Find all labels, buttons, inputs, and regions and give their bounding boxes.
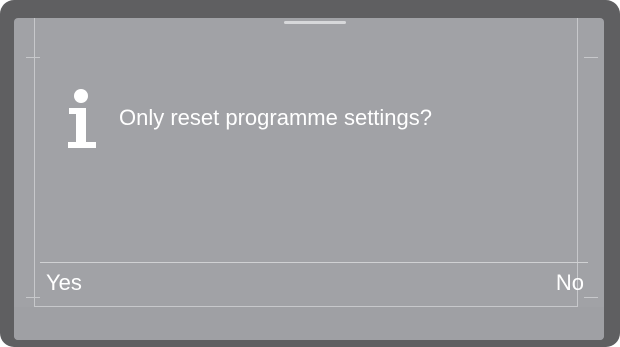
softkey-divider <box>40 262 588 263</box>
top-indicator <box>284 21 346 24</box>
yes-button[interactable]: Yes <box>46 268 82 298</box>
device-frame: Only reset programme settings? Yes No <box>0 0 620 347</box>
inner-frame <box>34 18 578 307</box>
frame-tick-right-top <box>584 57 598 58</box>
bottom-strip <box>14 307 604 340</box>
display-screen: Only reset programme settings? Yes No <box>14 18 604 340</box>
dialog-message: Only reset programme settings? <box>119 105 433 130</box>
frame-tick-left-bottom <box>26 297 40 298</box>
frame-tick-right-bottom <box>584 297 598 298</box>
no-button[interactable]: No <box>556 268 584 298</box>
info-icon <box>66 88 100 150</box>
frame-tick-left-top <box>26 57 40 58</box>
